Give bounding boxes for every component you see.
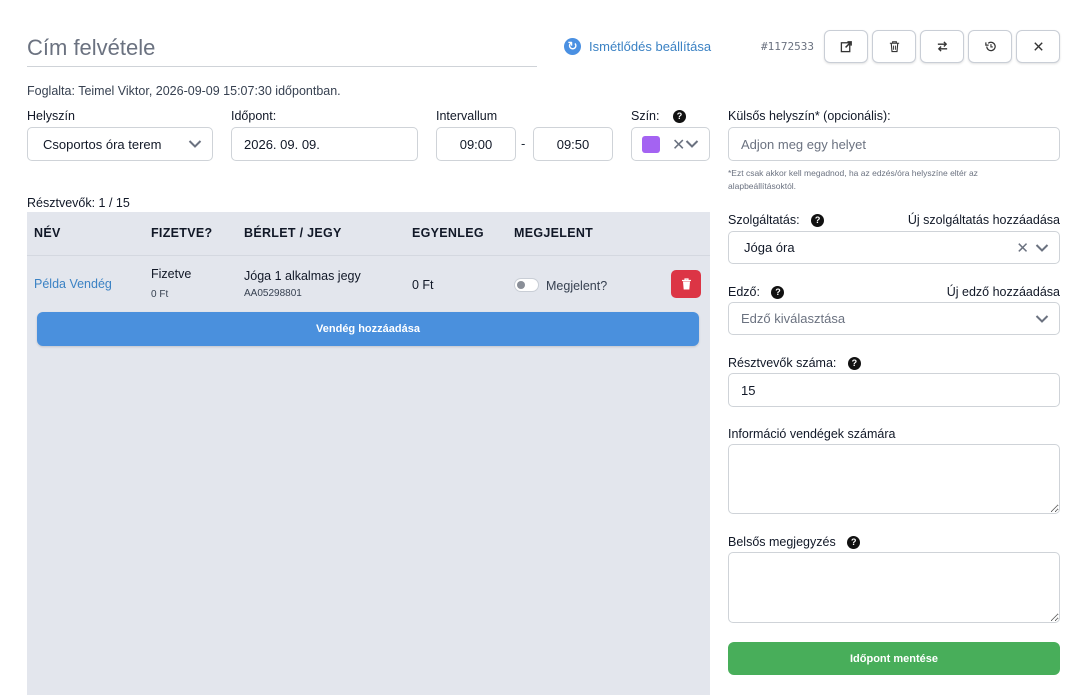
internal-note-label-text: Belsős megjegyzés bbox=[728, 535, 836, 549]
swap-button[interactable] bbox=[920, 30, 964, 63]
color-label: Szín: ? bbox=[631, 109, 686, 124]
history-icon bbox=[984, 41, 996, 52]
external-location-label: Külsős helyszín* (opcionális): bbox=[728, 109, 891, 123]
participants-count: Résztvevők: 1 / 15 bbox=[27, 196, 130, 210]
delete-event-button[interactable] bbox=[872, 30, 916, 63]
toggle-knob bbox=[517, 281, 525, 289]
title-input[interactable] bbox=[27, 30, 537, 67]
recurrence-button[interactable]: ↻ Ismétlődés beállítása bbox=[564, 38, 711, 55]
clear-icon[interactable]: ✕ bbox=[672, 135, 685, 155]
service-select[interactable]: Jóga óra ✕ bbox=[728, 231, 1060, 264]
service-value: Jóga óra bbox=[744, 240, 795, 255]
history-button[interactable] bbox=[968, 30, 1012, 63]
add-service-link[interactable]: Új szolgáltatás hozzáadása bbox=[908, 213, 1060, 227]
date-input[interactable]: 2026. 09. 09. bbox=[231, 127, 418, 161]
help-icon[interactable]: ? bbox=[771, 286, 785, 300]
trash-icon bbox=[681, 278, 691, 290]
recurrence-label: Ismétlődés beállítása bbox=[589, 39, 712, 54]
interval-label: Intervallum bbox=[436, 109, 498, 123]
location-select[interactable]: Csoportos óra terem bbox=[27, 127, 213, 161]
attended-label: Megjelent? bbox=[546, 279, 608, 293]
trainer-label: Edző: ? bbox=[728, 285, 785, 300]
clear-icon[interactable]: ✕ bbox=[1016, 239, 1029, 257]
interval-separator: - bbox=[521, 136, 526, 151]
help-icon[interactable]: ? bbox=[847, 536, 861, 550]
interval-end-value: 09:50 bbox=[556, 136, 590, 152]
participant-count-label-text: Résztvevők száma: bbox=[728, 356, 837, 370]
trainer-label-text: Edző: bbox=[728, 285, 760, 299]
external-location-input[interactable]: Adjon meg egy helyet bbox=[728, 127, 1060, 161]
external-location-placeholder: Adjon meg egy helyet bbox=[741, 136, 867, 152]
color-select[interactable]: ✕ bbox=[631, 127, 710, 161]
chevron-down-icon bbox=[1035, 243, 1049, 252]
interval-start-value: 09:00 bbox=[459, 136, 493, 152]
help-icon[interactable]: ? bbox=[811, 214, 825, 228]
color-swatch bbox=[642, 135, 660, 153]
pass-code: AA05298801 bbox=[244, 288, 302, 299]
save-appointment-button[interactable]: Időpont mentése bbox=[728, 642, 1060, 675]
trash-icon bbox=[889, 41, 899, 53]
date-value: 2026. 09. 09. bbox=[244, 136, 320, 152]
location-value: Csoportos óra terem bbox=[43, 136, 162, 152]
interval-start-input[interactable]: 09:00 bbox=[436, 127, 516, 161]
column-header-balance: EGYENLEG bbox=[412, 226, 484, 240]
guest-info-textarea[interactable] bbox=[728, 444, 1060, 514]
internal-note-textarea[interactable] bbox=[728, 552, 1060, 623]
service-label-text: Szolgáltatás: bbox=[728, 213, 800, 227]
delete-guest-button[interactable] bbox=[671, 270, 701, 298]
participant-count-value: 15 bbox=[741, 382, 756, 398]
share-button[interactable] bbox=[824, 30, 868, 63]
participant-count-label: Résztvevők száma: ? bbox=[728, 356, 861, 371]
close-icon bbox=[1033, 42, 1043, 51]
table-header-divider bbox=[27, 255, 710, 256]
color-label-text: Szín: bbox=[631, 109, 660, 123]
external-location-hint: *Ezt csak akkor kell megadnod, ha az edz… bbox=[728, 168, 978, 191]
reference-id: #1172533 bbox=[761, 40, 814, 53]
column-header-pass: BÉRLET / JEGY bbox=[244, 226, 342, 240]
swap-icon bbox=[937, 41, 947, 52]
service-label: Szolgáltatás: ? bbox=[728, 213, 825, 228]
internal-note-label: Belsős megjegyzés ? bbox=[728, 535, 861, 550]
add-trainer-link[interactable]: Új edző hozzáadása bbox=[947, 285, 1060, 299]
chevron-down-icon bbox=[1035, 314, 1049, 323]
add-guest-button[interactable]: Vendég hozzáadása bbox=[37, 312, 699, 346]
location-label: Helyszín bbox=[27, 109, 75, 123]
guest-name-link[interactable]: Példa Vendég bbox=[34, 277, 112, 291]
chevron-down-icon bbox=[685, 140, 699, 148]
refresh-icon: ↻ bbox=[564, 38, 581, 55]
interval-end-input[interactable]: 09:50 bbox=[533, 127, 613, 161]
balance-value: 0 Ft bbox=[412, 278, 434, 292]
participant-count-input[interactable]: 15 bbox=[728, 373, 1060, 407]
trainer-select[interactable]: Edző kiválasztása bbox=[728, 302, 1060, 335]
date-label: Időpont: bbox=[231, 109, 277, 123]
paid-amount: 0 Ft bbox=[151, 289, 169, 300]
trainer-placeholder: Edző kiválasztása bbox=[741, 311, 846, 326]
help-icon[interactable]: ? bbox=[672, 110, 686, 124]
guest-info-label: Információ vendégek számára bbox=[728, 427, 896, 441]
share-icon bbox=[840, 41, 852, 53]
help-icon[interactable]: ? bbox=[847, 357, 861, 371]
attended-toggle[interactable] bbox=[514, 278, 539, 292]
chevron-down-icon bbox=[188, 140, 202, 148]
column-header-name: NÉV bbox=[34, 226, 61, 240]
pass-name: Jóga 1 alkalmas jegy bbox=[244, 269, 361, 283]
booked-by-info: Foglalta: Teimel Viktor, 2026-09-09 15:0… bbox=[27, 84, 341, 98]
column-header-attended: MEGJELENT bbox=[514, 226, 594, 240]
participants-table bbox=[27, 212, 710, 695]
paid-status: Fizetve bbox=[151, 267, 192, 281]
column-header-paid: FIZETVE? bbox=[151, 226, 213, 240]
close-button[interactable] bbox=[1016, 30, 1060, 63]
